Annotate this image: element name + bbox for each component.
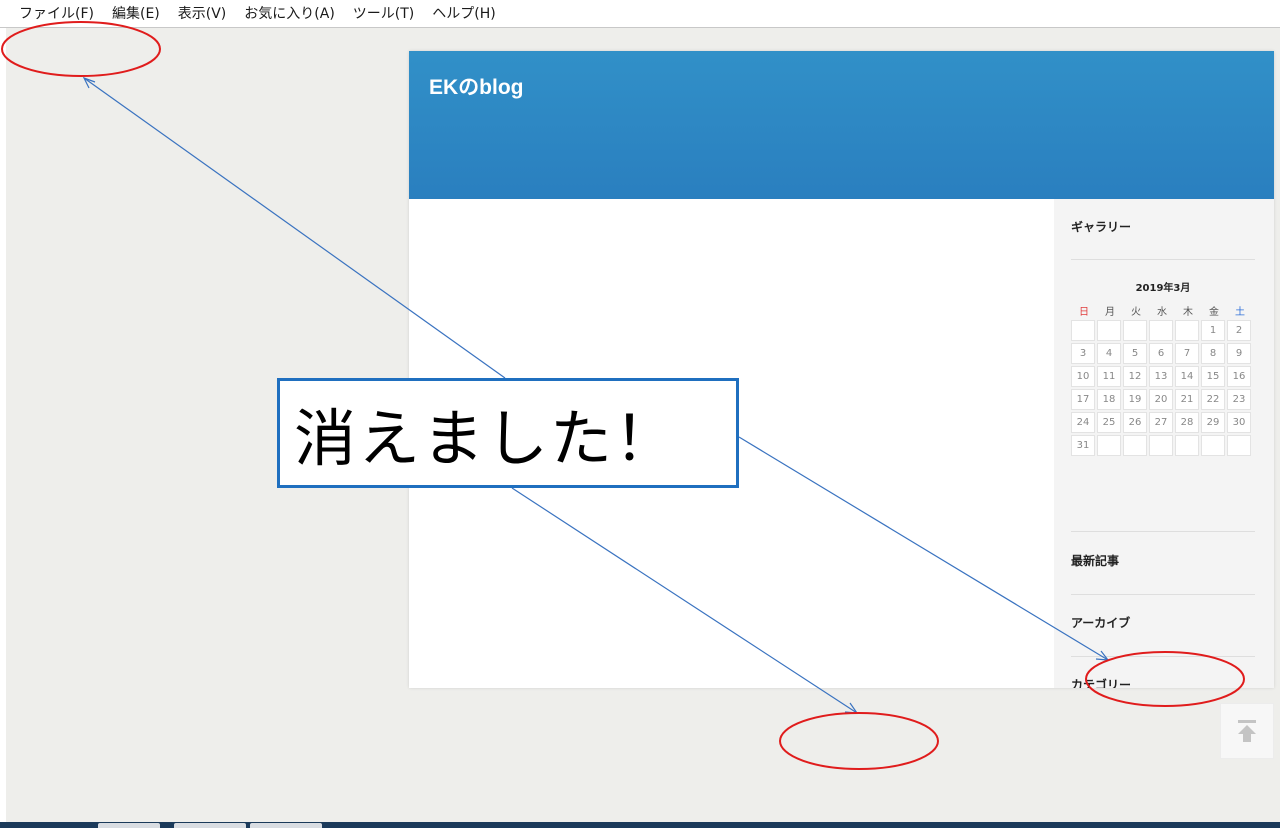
calendar-day-cell: 3 xyxy=(1071,343,1095,364)
blog-header: EKのblog xyxy=(409,51,1274,199)
calendar-day-cell: 26 xyxy=(1123,412,1147,433)
widget-divider xyxy=(1071,656,1255,657)
calendar-day-cell: 21 xyxy=(1175,389,1199,410)
calendar-weekday: 木 xyxy=(1183,307,1193,318)
taskbar-button[interactable] xyxy=(250,823,322,828)
calendar-day-cell: 28 xyxy=(1175,412,1199,433)
calendar-day-cell: 6 xyxy=(1149,343,1173,364)
highlight-ellipse-menubar xyxy=(1,21,161,77)
sidebar: ギャラリー 2019年3月 日月火水木金土 1 2 3 4 5 6 7 8 9 10 11 12 13 1… xyxy=(1054,199,1274,688)
calendar-day-cell: 22 xyxy=(1201,389,1225,410)
calendar-day-cell: 2 xyxy=(1227,320,1251,341)
calendar-empty-cell xyxy=(1175,435,1199,456)
calendar-empty-cell xyxy=(1227,435,1251,456)
widget-title-category: カテゴリー xyxy=(1071,678,1132,688)
annotation-callout-text: 消えました！ xyxy=(294,402,679,475)
menu-help[interactable]: ヘルプ(H) xyxy=(423,0,504,28)
calendar-weekday: 月 xyxy=(1105,307,1115,318)
arrowhead-icon xyxy=(82,76,96,89)
widget-divider xyxy=(1071,531,1255,532)
calendar-empty-cell xyxy=(1149,435,1173,456)
calendar-day-cell: 5 xyxy=(1123,343,1147,364)
calendar-empty-cell xyxy=(1123,435,1147,456)
window-left-edge xyxy=(0,28,6,826)
arrow-up-to-line-icon xyxy=(1238,720,1256,742)
calendar-empty-cell xyxy=(1071,320,1095,341)
widget-divider xyxy=(1071,259,1255,260)
calendar-month-title: 2019年3月 xyxy=(1135,283,1191,294)
calendar-day-cell: 10 xyxy=(1071,366,1095,387)
menu-edit[interactable]: 編集(E) xyxy=(103,0,169,28)
calendar-day-cell: 9 xyxy=(1227,343,1251,364)
calendar-weekday: 土 xyxy=(1235,307,1245,318)
calendar-day-cell: 4 xyxy=(1097,343,1121,364)
calendar-day-cell: 1 xyxy=(1201,320,1225,341)
widget-title-gallery: ギャラリー xyxy=(1071,220,1132,234)
calendar-weekday: 日 xyxy=(1079,307,1089,318)
menu-favorites[interactable]: お気に入り(A) xyxy=(235,0,344,28)
widget-title-latest: 最新記事 xyxy=(1071,554,1120,568)
calendar-empty-cell xyxy=(1097,435,1121,456)
widget-divider xyxy=(1071,594,1255,595)
blog-title-link[interactable]: EKのblog xyxy=(429,71,524,101)
calendar-day-cell: 29 xyxy=(1201,412,1225,433)
calendar-weekday: 金 xyxy=(1209,307,1219,318)
calendar-day-cell: 18 xyxy=(1097,389,1121,410)
calendar-day-cell: 11 xyxy=(1097,366,1121,387)
calendar-weekday-header: 日月火水木金土 xyxy=(1071,303,1255,319)
calendar-day-cell: 14 xyxy=(1175,366,1199,387)
calendar-day-cell: 12 xyxy=(1123,366,1147,387)
blog-page: EKのblog ギャラリー 2019年3月 日月火水木金土 1234567891… xyxy=(409,51,1274,688)
menu-view[interactable]: 表示(V) xyxy=(169,0,236,28)
calendar-empty-cell xyxy=(1175,320,1199,341)
menu-file[interactable]: ファイル(F) xyxy=(10,0,103,28)
arrowhead-icon xyxy=(844,702,859,714)
calendar-day-cell: 30 xyxy=(1227,412,1251,433)
calendar-grid: 1 2 3 4 5 6 7 8 9 10 11 12 13 14 15 16 17 18 19 20 21 22 23 24 2… xyxy=(1071,320,1251,456)
calendar-day-cell: 31 xyxy=(1071,435,1095,456)
menu-tools[interactable]: ツール(T) xyxy=(344,0,423,28)
calendar-day-cell: 17 xyxy=(1071,389,1095,410)
calendar-day-cell: 19 xyxy=(1123,389,1147,410)
taskbar-button[interactable] xyxy=(174,823,246,828)
calendar-empty-cell xyxy=(1097,320,1121,341)
calendar-weekday: 水 xyxy=(1157,307,1167,318)
calendar-day-cell: 16 xyxy=(1227,366,1251,387)
taskbar-button[interactable] xyxy=(98,823,160,828)
menu-bar: ファイル(F) 編集(E) 表示(V) お気に入り(A) ツール(T) ヘルプ(… xyxy=(0,0,1280,28)
calendar-day-cell: 20 xyxy=(1149,389,1173,410)
calendar-empty-cell xyxy=(1201,435,1225,456)
highlight-ellipse-page-bottom xyxy=(779,712,939,770)
calendar-empty-cell xyxy=(1123,320,1147,341)
annotation-callout-box: 消えました！ xyxy=(277,378,739,488)
calendar-day-cell: 23 xyxy=(1227,389,1251,410)
widget-title-archive: アーカイブ xyxy=(1071,616,1131,630)
calendar-day-cell: 13 xyxy=(1149,366,1173,387)
calendar-day-cell: 8 xyxy=(1201,343,1225,364)
calendar-day-cell: 24 xyxy=(1071,412,1095,433)
scroll-to-top-button[interactable] xyxy=(1220,703,1274,759)
calendar-day-cell: 25 xyxy=(1097,412,1121,433)
calendar-empty-cell xyxy=(1149,320,1173,341)
calendar-day-cell: 15 xyxy=(1201,366,1225,387)
calendar-weekday: 火 xyxy=(1131,307,1141,318)
calendar-day-cell: 27 xyxy=(1149,412,1173,433)
calendar-day-cell: 7 xyxy=(1175,343,1199,364)
